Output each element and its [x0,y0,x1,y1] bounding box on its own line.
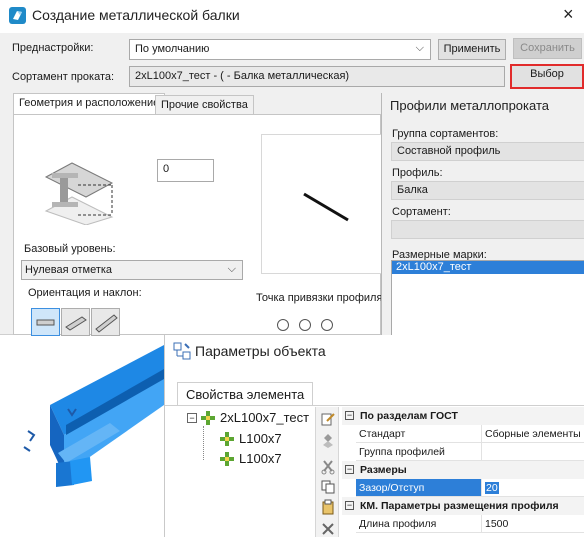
flat-beam-icon [36,319,55,326]
grid-category-sizes: − Размеры [342,461,584,479]
assortment-field: 2xL100x7_тест - ( - Балка металлическая) [129,66,505,87]
tab-geometry[interactable]: Геометрия и расположение [13,93,166,115]
property-name: Зазор/Отступ [356,479,481,497]
collapse-icon[interactable]: − [345,501,354,510]
grid-row-standard[interactable]: Стандарт Сборные элементы [342,425,584,443]
object-parameters-dialog: Параметры объекта Свойства элемента − 2x… [164,335,584,537]
sloped-beam-icon [95,314,118,333]
tree-child-label[interactable]: L100x7 [239,431,282,446]
tab-other-properties[interactable]: Прочие свойства [155,95,254,115]
grid-category-km: − КМ. Параметры размещения профиля [342,497,584,515]
title-bar: Создание металлической балки × [0,0,584,33]
property-name: Стандарт [356,425,481,443]
tree-child-label[interactable]: L100x7 [239,451,282,466]
tree-line [203,426,204,460]
presets-label: Преднастройки: [12,42,94,54]
tab-element-properties[interactable]: Свойства элемента [177,382,314,406]
group-label: Группа сортаментов: [392,128,499,140]
beam-preview [261,134,382,274]
marks-list[interactable]: 2xL100x7_тест [391,260,584,338]
beam-3d-model [23,345,164,487]
move-icon[interactable] [320,433,336,449]
tree-root-label[interactable]: 2xL100x7_тест [220,410,309,425]
beam-offset-illustration [44,162,114,225]
collapse-icon[interactable]: − [345,411,354,420]
property-grid: − По разделам ГОСТ Стандарт Сборные элем… [342,407,584,537]
save-button[interactable]: Сохранить [513,38,582,59]
marks-list-item[interactable]: 2xL100x7_тест [392,261,584,274]
orientation-tilt-button[interactable] [61,308,90,336]
base-level-select[interactable]: Нулевая отметка ⌵ [21,260,243,280]
delete-icon[interactable] [320,521,336,537]
edit-icon[interactable] [320,411,336,427]
assortment-label: Сортамент проката: [12,71,115,83]
geometry-panel: 0 Базовый уровень: Нулевая отметка ⌵ Ори… [13,114,385,336]
vertical-toolbar [315,407,339,537]
base-level-label: Базовый уровень: [24,243,116,255]
cut-icon[interactable] [320,459,336,475]
anchor-radio-left[interactable] [277,319,289,331]
property-value[interactable]: 1500 [482,515,584,533]
chevron-down-icon: ⌵ [415,42,424,54]
apply-button[interactable]: Применить [438,39,506,60]
profiles-title: Профили металлопроката [390,98,549,113]
divider [165,405,584,406]
profile-label: Профиль: [392,167,443,179]
composite-profile-icon [201,411,215,425]
tilted-beam-icon [65,316,87,331]
beam-preview-shape [303,192,349,222]
gap-value-input[interactable]: 20 [482,479,584,497]
grid-row-gap[interactable]: Зазор/Отступ 20 [342,479,584,497]
presets-select[interactable]: По умолчанию ⌵ [129,39,431,60]
paste-icon[interactable] [320,499,336,515]
grid-category-gost: − По разделам ГОСТ [342,407,584,425]
offset-input[interactable]: 0 [157,159,214,182]
assortment-select[interactable] [391,220,584,239]
orientation-label: Ориентация и наклон: [28,287,142,299]
parameters-icon [173,342,191,360]
chevron-down-icon: ⌵ [227,263,236,275]
profile-select[interactable]: Балка [391,181,584,200]
property-value[interactable]: Сборные элементы [482,425,584,443]
orientation-flat-button[interactable] [31,308,60,336]
dialog-title: Создание металлической балки [32,7,240,23]
steel-profiles-panel: Профили металлопроката Группа сортаменто… [381,93,584,338]
property-value[interactable] [482,443,584,461]
profile-icon [220,452,234,466]
property-name: Длина профиля [356,515,481,533]
close-icon[interactable]: × [563,4,574,25]
base-level-value: Нулевая отметка [25,264,113,276]
presets-value: По умолчанию [135,43,210,55]
app-logo-icon [9,7,26,24]
anchor-radio-right[interactable] [321,319,333,331]
copy-icon[interactable] [320,479,336,495]
property-name: Группа профилей [356,443,481,461]
collapse-icon[interactable]: − [345,465,354,474]
select-button[interactable]: Выбор [510,64,584,89]
assortment-label: Сортамент: [392,206,451,218]
orientation-slope-button[interactable] [91,308,120,336]
profile-icon [220,432,234,446]
anchor-radio-center[interactable] [299,319,311,331]
grid-row-length[interactable]: Длина профиля 1500 [342,515,584,533]
group-select[interactable]: Составной профиль [391,142,584,161]
tree-collapse-icon[interactable]: − [187,413,197,423]
grid-row-profile-group[interactable]: Группа профилей [342,443,584,461]
anchor-point-label: Точка привязки профиля: [256,292,386,304]
parameters-title: Параметры объекта [195,343,326,359]
